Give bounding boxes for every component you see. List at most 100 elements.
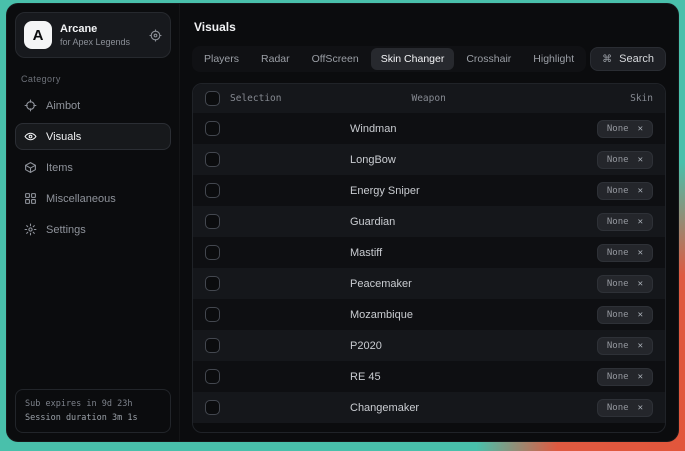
skin-selector[interactable]: None ✕ <box>597 244 653 262</box>
tab-crosshair[interactable]: Crosshair <box>456 48 521 70</box>
weapon-name: Windman <box>350 123 597 135</box>
table-row: Mastiff None ✕ <box>193 237 665 268</box>
skin-selector[interactable]: None ✕ <box>597 120 653 138</box>
sidebar-item-settings[interactable]: Settings <box>15 216 171 243</box>
app-subtitle: for Apex Legends <box>60 36 141 48</box>
skin-value: None <box>607 403 629 413</box>
clear-skin-icon[interactable]: ✕ <box>638 217 643 227</box>
weapon-name: Mozambique <box>350 309 597 321</box>
target-icon[interactable] <box>149 29 162 42</box>
skin-value: None <box>607 310 629 320</box>
main-panel: Visuals PlayersRadarOffScreenSkin Change… <box>179 4 678 441</box>
table-row: RE 45 None ✕ <box>193 361 665 392</box>
weapon-table: Selection Weapon Skin Windman None ✕ Lon… <box>192 83 666 433</box>
page-title: Visuals <box>194 20 664 34</box>
table-header-row: Selection Weapon Skin <box>193 84 665 113</box>
subscription-card: Sub expires in 9d 23h Session duration 3… <box>15 389 171 433</box>
tab-skin-changer[interactable]: Skin Changer <box>371 48 455 70</box>
skin-value: None <box>607 372 629 382</box>
skin-selector[interactable]: None ✕ <box>597 399 653 417</box>
header-weapon: Weapon <box>411 93 630 104</box>
row-checkbox[interactable] <box>205 338 220 353</box>
tab-players[interactable]: Players <box>194 48 249 70</box>
weapon-name: Guardian <box>350 216 597 228</box>
tab-bar: PlayersRadarOffScreenSkin ChangerCrossha… <box>192 46 586 72</box>
table-row: Energy Sniper None ✕ <box>193 175 665 206</box>
session-duration-text: Session duration 3m 1s <box>25 411 161 425</box>
weapon-name: RE 45 <box>350 371 597 383</box>
clear-skin-icon[interactable]: ✕ <box>638 186 643 196</box>
row-checkbox[interactable] <box>205 276 220 291</box>
row-checkbox[interactable] <box>205 121 220 136</box>
box-icon <box>24 161 37 174</box>
skin-selector[interactable]: None ✕ <box>597 182 653 200</box>
skin-value: None <box>607 248 629 258</box>
eye-icon <box>24 130 37 143</box>
sub-expires-text: Sub expires in 9d 23h <box>25 397 161 411</box>
gear-icon <box>24 223 37 236</box>
skin-value: None <box>607 279 629 289</box>
header-selection: Selection <box>230 93 281 104</box>
skin-selector[interactable]: None ✕ <box>597 275 653 293</box>
skin-value: None <box>607 124 629 134</box>
search-button[interactable]: ⌘ Search <box>590 47 666 71</box>
table-body: Windman None ✕ LongBow None ✕ Energy Sni… <box>193 113 665 423</box>
sidebar-item-miscellaneous[interactable]: Miscellaneous <box>15 185 171 212</box>
sidebar-item-label: Miscellaneous <box>46 193 116 205</box>
search-button-label: Search <box>619 53 654 65</box>
sidebar-nav: Aimbot Visuals Items Miscellaneous Setti… <box>15 92 171 243</box>
weapon-name: Changemaker <box>350 402 597 414</box>
skin-selector[interactable]: None ✕ <box>597 151 653 169</box>
app-header-card: A Arcane for Apex Legends <box>15 12 171 58</box>
skin-value: None <box>607 186 629 196</box>
skin-value: None <box>607 155 629 165</box>
row-checkbox[interactable] <box>205 245 220 260</box>
row-checkbox[interactable] <box>205 307 220 322</box>
table-row: Changemaker None ✕ <box>193 392 665 423</box>
table-row: Peacemaker None ✕ <box>193 268 665 299</box>
row-checkbox[interactable] <box>205 369 220 384</box>
sidebar-item-items[interactable]: Items <box>15 154 171 181</box>
row-checkbox[interactable] <box>205 152 220 167</box>
app-name: Arcane <box>60 23 141 36</box>
sidebar-item-aimbot[interactable]: Aimbot <box>15 92 171 119</box>
table-row: Mozambique None ✕ <box>193 299 665 330</box>
select-all-checkbox[interactable] <box>205 91 220 106</box>
sidebar-item-label: Aimbot <box>46 100 80 112</box>
header-skin: Skin <box>630 93 653 104</box>
category-label: Category <box>21 74 165 84</box>
clear-skin-icon[interactable]: ✕ <box>638 155 643 165</box>
table-row: Guardian None ✕ <box>193 206 665 237</box>
clear-skin-icon[interactable]: ✕ <box>638 310 643 320</box>
clear-skin-icon[interactable]: ✕ <box>638 279 643 289</box>
skin-selector[interactable]: None ✕ <box>597 337 653 355</box>
table-row: P2020 None ✕ <box>193 330 665 361</box>
skin-selector[interactable]: None ✕ <box>597 306 653 324</box>
tab-highlight[interactable]: Highlight <box>523 48 584 70</box>
toolbar: PlayersRadarOffScreenSkin ChangerCrossha… <box>192 46 666 72</box>
app-window: A Arcane for Apex Legends Category Aimbo… <box>6 3 679 442</box>
clear-skin-icon[interactable]: ✕ <box>638 403 643 413</box>
app-logo: A <box>24 21 52 49</box>
sidebar-item-label: Settings <box>46 224 86 236</box>
sidebar-item-label: Visuals <box>46 131 81 143</box>
clear-skin-icon[interactable]: ✕ <box>638 372 643 382</box>
skin-selector[interactable]: None ✕ <box>597 213 653 231</box>
clear-skin-icon[interactable]: ✕ <box>638 341 643 351</box>
row-checkbox[interactable] <box>205 214 220 229</box>
sidebar-item-visuals[interactable]: Visuals <box>15 123 171 150</box>
row-checkbox[interactable] <box>205 400 220 415</box>
sidebar-spacer <box>15 243 171 389</box>
weapon-name: P2020 <box>350 340 597 352</box>
weapon-name: Peacemaker <box>350 278 597 290</box>
row-checkbox[interactable] <box>205 183 220 198</box>
app-meta: Arcane for Apex Legends <box>60 23 141 48</box>
table-row: Windman None ✕ <box>193 113 665 144</box>
command-key-icon: ⌘ <box>602 54 612 65</box>
sidebar: A Arcane for Apex Legends Category Aimbo… <box>7 4 179 441</box>
skin-selector[interactable]: None ✕ <box>597 368 653 386</box>
tab-radar[interactable]: Radar <box>251 48 300 70</box>
clear-skin-icon[interactable]: ✕ <box>638 124 643 134</box>
tab-offscreen[interactable]: OffScreen <box>302 48 369 70</box>
clear-skin-icon[interactable]: ✕ <box>638 248 643 258</box>
